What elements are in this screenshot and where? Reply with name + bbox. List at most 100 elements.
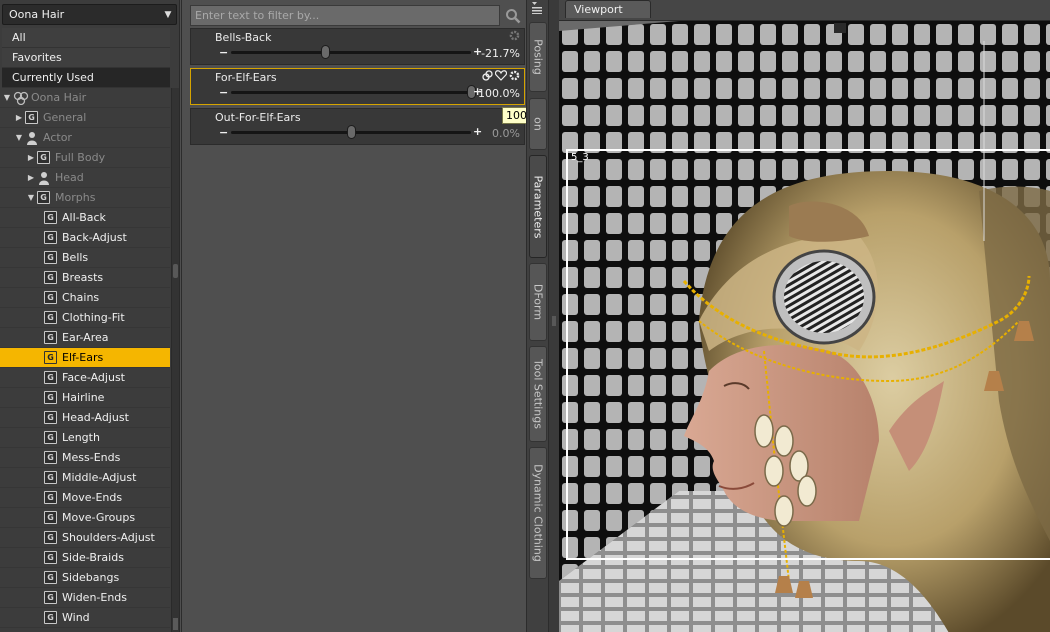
slider-track[interactable] — [231, 91, 471, 94]
side-tab[interactable]: on — [529, 98, 547, 150]
node-selector-dropdown[interactable]: Oona Hair ▼ — [2, 4, 177, 25]
group-icon: G — [37, 191, 50, 204]
parameter-name: Bells-Back — [215, 31, 272, 44]
parameter-value[interactable]: 0.0% — [492, 127, 520, 140]
filter-item[interactable]: All — [2, 28, 170, 48]
tree-item-morph[interactable]: G All-Back — [0, 208, 170, 228]
tree-item-label: Move-Ends — [62, 491, 123, 504]
parameter-value[interactable]: -21.7% — [481, 47, 520, 60]
tree-item-label: Move-Groups — [62, 511, 136, 524]
tree-item-group[interactable]: ▶ G General — [0, 108, 170, 128]
group-icon: G — [44, 231, 57, 244]
tree-item-label: Widen-Ends — [62, 591, 128, 604]
tree-scrollbar[interactable] — [171, 88, 179, 632]
scrollbar-thumb[interactable] — [173, 264, 178, 278]
tree-item-label: Ear-Area — [62, 331, 109, 344]
app-window: Oona Hair ▼ All Favorites Currently Used ▼… — [0, 0, 1050, 632]
heart-icon[interactable] — [494, 70, 508, 84]
decrement-button[interactable]: − — [219, 126, 228, 139]
gear-icon[interactable] — [509, 30, 520, 44]
tree-item-morph[interactable]: G Middle-Adjust — [0, 468, 170, 488]
increment-button[interactable]: + — [473, 125, 482, 138]
parameter-row-icons — [482, 70, 520, 84]
tree-item-morph[interactable]: G Shoulders-Adjust — [0, 528, 170, 548]
decrement-button[interactable]: − — [219, 86, 228, 99]
collapse-arrow-icon[interactable]: ▼ — [14, 128, 24, 148]
tree-item-label: Oona Hair — [31, 91, 87, 104]
side-tab[interactable]: Dynamic Clothing — [529, 447, 547, 579]
tree-item-label: Head — [55, 171, 84, 184]
parameter-slider-row[interactable]: Out-For-Elf-Ears − +0.0% — [190, 108, 525, 145]
search-input[interactable] — [191, 6, 499, 25]
side-tab[interactable]: Parameters — [529, 155, 547, 258]
tree-item-morph[interactable]: G Mess-Ends — [0, 448, 170, 468]
group-icon: G — [44, 551, 57, 564]
chevron-down-icon[interactable]: ▼ — [160, 10, 176, 20]
tree-item-morph[interactable]: G Back-Adjust — [0, 228, 170, 248]
group-icon: G — [44, 451, 57, 464]
group-icon: G — [44, 291, 57, 304]
side-tab[interactable]: Tool Settings — [529, 346, 547, 442]
tree-item-morph[interactable]: G Face-Adjust — [0, 368, 170, 388]
tree-item-group[interactable]: ▼ Actor — [0, 128, 170, 148]
tree-item-morph[interactable]: G Wind — [0, 608, 170, 628]
slider-handle[interactable] — [320, 45, 330, 59]
tree-item-morph[interactable]: G Length — [0, 428, 170, 448]
side-tab[interactable]: DForm — [529, 263, 547, 341]
tree-item-morph[interactable]: G Sidebangs — [0, 568, 170, 588]
parameter-slider-row[interactable]: For-Elf-Ears − +100.0% — [190, 68, 525, 105]
parameter-name: For-Elf-Ears — [215, 71, 277, 84]
side-tab[interactable]: Posing — [529, 22, 547, 92]
tree-item-morph[interactable]: G Ear-Area — [0, 328, 170, 348]
tree-item-label: Middle-Adjust — [62, 471, 137, 484]
resize-grip-icon[interactable] — [173, 618, 178, 630]
filter-item[interactable]: Favorites — [2, 48, 170, 68]
tree-item-label: Clothing-Fit — [62, 311, 125, 324]
panel-menu-icon[interactable] — [530, 2, 544, 14]
tree-item-label: Head-Adjust — [62, 411, 129, 424]
group-icon: G — [44, 331, 57, 344]
tree-item-morph[interactable]: G Widen-Ends — [0, 588, 170, 608]
tree-item-group[interactable]: ▶ Head — [0, 168, 170, 188]
tree-item-label: Elf-Ears — [62, 351, 104, 364]
expand-arrow-icon[interactable]: ▶ — [14, 108, 24, 128]
viewport-3d-scene[interactable]: 5_3 — [559, 20, 1050, 632]
gear-icon[interactable] — [509, 70, 520, 84]
tree-item-group[interactable]: ▼ G Morphs — [0, 188, 170, 208]
collapse-arrow-icon[interactable]: ▼ — [2, 88, 12, 108]
tree-item-label: Actor — [43, 131, 72, 144]
tab-viewport[interactable]: Viewport — [565, 0, 651, 18]
expand-arrow-icon[interactable]: ▶ — [26, 168, 36, 188]
tree-item-group[interactable]: ▼ Oona Hair — [0, 88, 170, 108]
render-frame — [566, 149, 1050, 560]
panel-splitter[interactable] — [548, 0, 559, 632]
splitter-handle-icon[interactable] — [552, 316, 556, 326]
tree-item-morph[interactable]: G Elf-Ears — [0, 348, 170, 368]
slider-track[interactable] — [231, 51, 471, 54]
expand-arrow-icon[interactable]: ▶ — [26, 148, 36, 168]
tree-item-label: Length — [62, 431, 100, 444]
parameter-slider-row[interactable]: Bells-Back − + -21.7% — [190, 28, 525, 65]
collapse-arrow-icon[interactable]: ▼ — [26, 188, 36, 208]
tree-item-morph[interactable]: G Side-Braids — [0, 548, 170, 568]
tree-item-morph[interactable]: G Bells — [0, 248, 170, 268]
tree-item-morph[interactable]: G Clothing-Fit — [0, 308, 170, 328]
tree-item-morph[interactable]: G Move-Ends — [0, 488, 170, 508]
tree-item-morph[interactable]: G Hairline — [0, 388, 170, 408]
tree-item-morph[interactable]: G Breasts — [0, 268, 170, 288]
tree-item-morph[interactable]: G Chains — [0, 288, 170, 308]
filter-search-box[interactable] — [190, 5, 500, 26]
filter-item[interactable]: Currently Used — [2, 68, 170, 88]
tree-item-label: Back-Adjust — [62, 231, 127, 244]
tree-item-group[interactable]: ▶ G Full Body — [0, 148, 170, 168]
group-icon: G — [44, 311, 57, 324]
tree-item-morph[interactable]: G Head-Adjust — [0, 408, 170, 428]
tree-item-label: Hairline — [62, 391, 105, 404]
decrement-button[interactable]: − — [219, 46, 228, 59]
search-icon[interactable] — [502, 5, 524, 26]
slider-handle[interactable] — [347, 125, 356, 139]
link-icon[interactable] — [482, 70, 493, 84]
filter-list: All Favorites Currently Used — [2, 28, 170, 88]
parameter-value[interactable]: 100.0% — [478, 87, 520, 100]
tree-item-morph[interactable]: G Move-Groups — [0, 508, 170, 528]
